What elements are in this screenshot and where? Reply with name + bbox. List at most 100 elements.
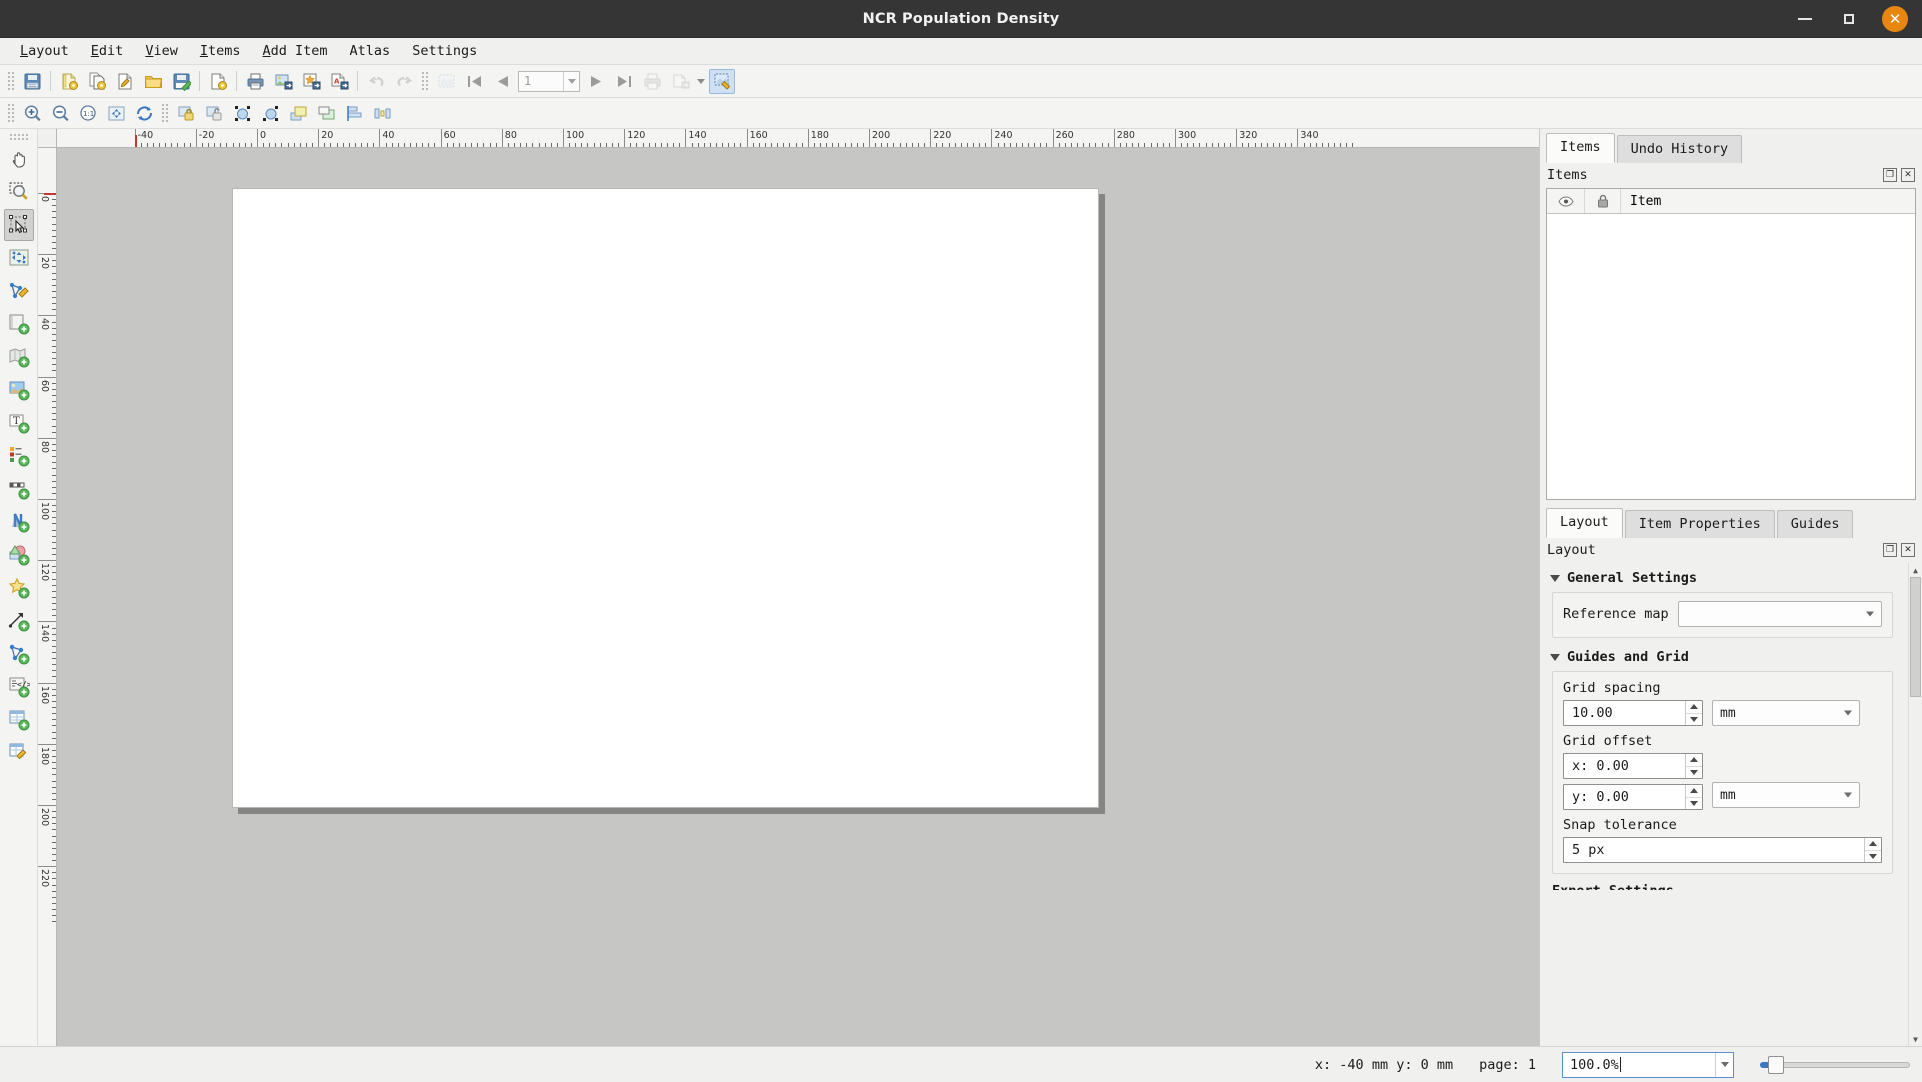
- refresh-view-button[interactable]: [131, 101, 157, 126]
- atlas-preview-button[interactable]: [433, 69, 459, 94]
- zoom-actual-button[interactable]: 1:1: [75, 101, 101, 126]
- undo-button[interactable]: [363, 69, 389, 94]
- zoom-in-button[interactable]: [19, 101, 45, 126]
- atlas-first-button[interactable]: [461, 69, 487, 94]
- atlas-last-button[interactable]: [611, 69, 637, 94]
- lower-items-button[interactable]: [313, 101, 339, 126]
- layout-manager-button[interactable]: [112, 69, 138, 94]
- select-move-item-tool[interactable]: [4, 209, 34, 241]
- edit-nodes-tool[interactable]: [4, 275, 34, 307]
- toolbar-grip[interactable]: [7, 71, 15, 91]
- menu-add-item[interactable]: Add Item: [252, 40, 339, 62]
- menu-items[interactable]: Items: [189, 40, 252, 62]
- add-north-arrow-tool[interactable]: [4, 506, 34, 538]
- zoom-slider[interactable]: [1760, 1055, 1910, 1075]
- items-list-panel[interactable]: Item: [1546, 188, 1916, 500]
- add-label-tool[interactable]: T: [4, 407, 34, 439]
- add-table-tool[interactable]: [4, 704, 34, 736]
- grid-spacing-unit-combo[interactable]: mm: [1712, 700, 1860, 726]
- atlas-prev-button[interactable]: [489, 69, 515, 94]
- deselect-all-button[interactable]: [257, 101, 283, 126]
- maximize-button[interactable]: [1838, 8, 1860, 30]
- add-legend-tool[interactable]: [4, 440, 34, 472]
- grid-offset-unit-combo[interactable]: mm: [1712, 782, 1860, 808]
- atlas-export-button[interactable]: [667, 69, 693, 94]
- menu-edit[interactable]: Edit: [80, 40, 135, 62]
- move-item-content-tool[interactable]: [4, 242, 34, 274]
- atlas-settings-button[interactable]: [709, 69, 735, 94]
- print-layout-button[interactable]: [242, 69, 268, 94]
- layout-page-1[interactable]: [232, 188, 1099, 808]
- atlas-print-button[interactable]: [639, 69, 665, 94]
- add-shape-tool[interactable]: [4, 539, 34, 571]
- grid-offset-x-stepper[interactable]: [1685, 754, 1702, 778]
- tab-items[interactable]: Items: [1546, 133, 1615, 163]
- zoom-level-input[interactable]: 100.0%: [1562, 1052, 1734, 1078]
- zoom-slider-handle[interactable]: [1768, 1056, 1784, 1074]
- unlock-items-button[interactable]: [201, 101, 227, 126]
- add-picture-tool[interactable]: [4, 374, 34, 406]
- horizontal-ruler[interactable]: -40-200204060801001201401601802002202402…: [57, 129, 1539, 148]
- distribute-items-button[interactable]: [369, 101, 395, 126]
- snap-tolerance-stepper[interactable]: [1864, 838, 1881, 862]
- new-layout-button[interactable]: [56, 69, 82, 94]
- scroll-up-arrow-icon[interactable]: ▲: [1909, 563, 1922, 577]
- add-scalebar-tool[interactable]: [4, 473, 34, 505]
- lock-items-button[interactable]: [173, 101, 199, 126]
- atlas-next-button[interactable]: [583, 69, 609, 94]
- add-items-template-button[interactable]: [205, 69, 231, 94]
- tab-undo-history[interactable]: Undo History: [1617, 135, 1743, 163]
- add-map-tool[interactable]: [4, 341, 34, 373]
- add-html-tool[interactable]: </>: [4, 671, 34, 703]
- duplicate-layout-button[interactable]: [84, 69, 110, 94]
- align-items-button[interactable]: [341, 101, 367, 126]
- save-layout-button[interactable]: [19, 69, 45, 94]
- snap-tolerance-input[interactable]: 5 px: [1563, 837, 1882, 863]
- zoom-tool[interactable]: [4, 176, 34, 208]
- properties-scrollbar[interactable]: ▲ ▼: [1908, 563, 1922, 1046]
- add-node-item-tool[interactable]: [4, 638, 34, 670]
- menu-atlas[interactable]: Atlas: [339, 40, 402, 62]
- save-as-template-button[interactable]: [168, 69, 194, 94]
- close-items-button[interactable]: ✕: [1901, 168, 1915, 182]
- raise-items-button[interactable]: [285, 101, 311, 126]
- grid-offset-y-input[interactable]: y: 0.00: [1563, 784, 1703, 810]
- items-toolbar-grip[interactable]: [161, 103, 169, 123]
- add-marker-tool[interactable]: [4, 572, 34, 604]
- menu-view[interactable]: View: [134, 40, 189, 62]
- scroll-down-arrow-icon[interactable]: ▼: [1909, 1032, 1922, 1046]
- reference-map-combo[interactable]: [1678, 601, 1882, 627]
- export-svg-button[interactable]: [298, 69, 324, 94]
- export-pdf-button[interactable]: A: [326, 69, 352, 94]
- tools-toolbar-grip[interactable]: [9, 133, 29, 140]
- menu-layout[interactable]: Layout: [9, 40, 80, 62]
- add-arrow-tool[interactable]: [4, 605, 34, 637]
- layout-canvas[interactable]: [57, 148, 1539, 1046]
- close-button[interactable]: ✕: [1882, 6, 1908, 32]
- undock-layout-button[interactable]: ❐: [1883, 543, 1897, 557]
- zoom-out-button[interactable]: [47, 101, 73, 126]
- close-layout-button[interactable]: ✕: [1901, 543, 1915, 557]
- open-layout-button[interactable]: [140, 69, 166, 94]
- select-all-button[interactable]: [229, 101, 255, 126]
- vertical-ruler[interactable]: 020406080100120140160180200220: [38, 148, 57, 1046]
- atlas-page-combo[interactable]: 1: [518, 71, 580, 92]
- grid-offset-y-stepper[interactable]: [1685, 785, 1702, 809]
- grid-spacing-stepper[interactable]: [1685, 701, 1702, 725]
- scrollbar-thumb[interactable]: [1910, 577, 1921, 697]
- guides-and-grid-header[interactable]: Guides and Grid: [1540, 642, 1907, 671]
- chevron-down-icon[interactable]: [1715, 1053, 1733, 1077]
- grid-offset-x-input[interactable]: x: 0.00: [1563, 753, 1703, 779]
- minimize-button[interactable]: [1794, 8, 1816, 30]
- zoom-full-button[interactable]: [103, 101, 129, 126]
- atlas-export-dropdown[interactable]: [695, 69, 707, 94]
- view-toolbar-grip[interactable]: [7, 103, 15, 123]
- add-attribute-table-tool[interactable]: [4, 737, 34, 769]
- undock-items-button[interactable]: ❐: [1883, 168, 1897, 182]
- menu-settings[interactable]: Settings: [401, 40, 488, 62]
- export-image-button[interactable]: [270, 69, 296, 94]
- atlas-toolbar-grip[interactable]: [421, 71, 429, 91]
- general-settings-header[interactable]: General Settings: [1540, 563, 1907, 592]
- grid-spacing-input[interactable]: 10.00: [1563, 700, 1703, 726]
- add-page-tool[interactable]: [4, 308, 34, 340]
